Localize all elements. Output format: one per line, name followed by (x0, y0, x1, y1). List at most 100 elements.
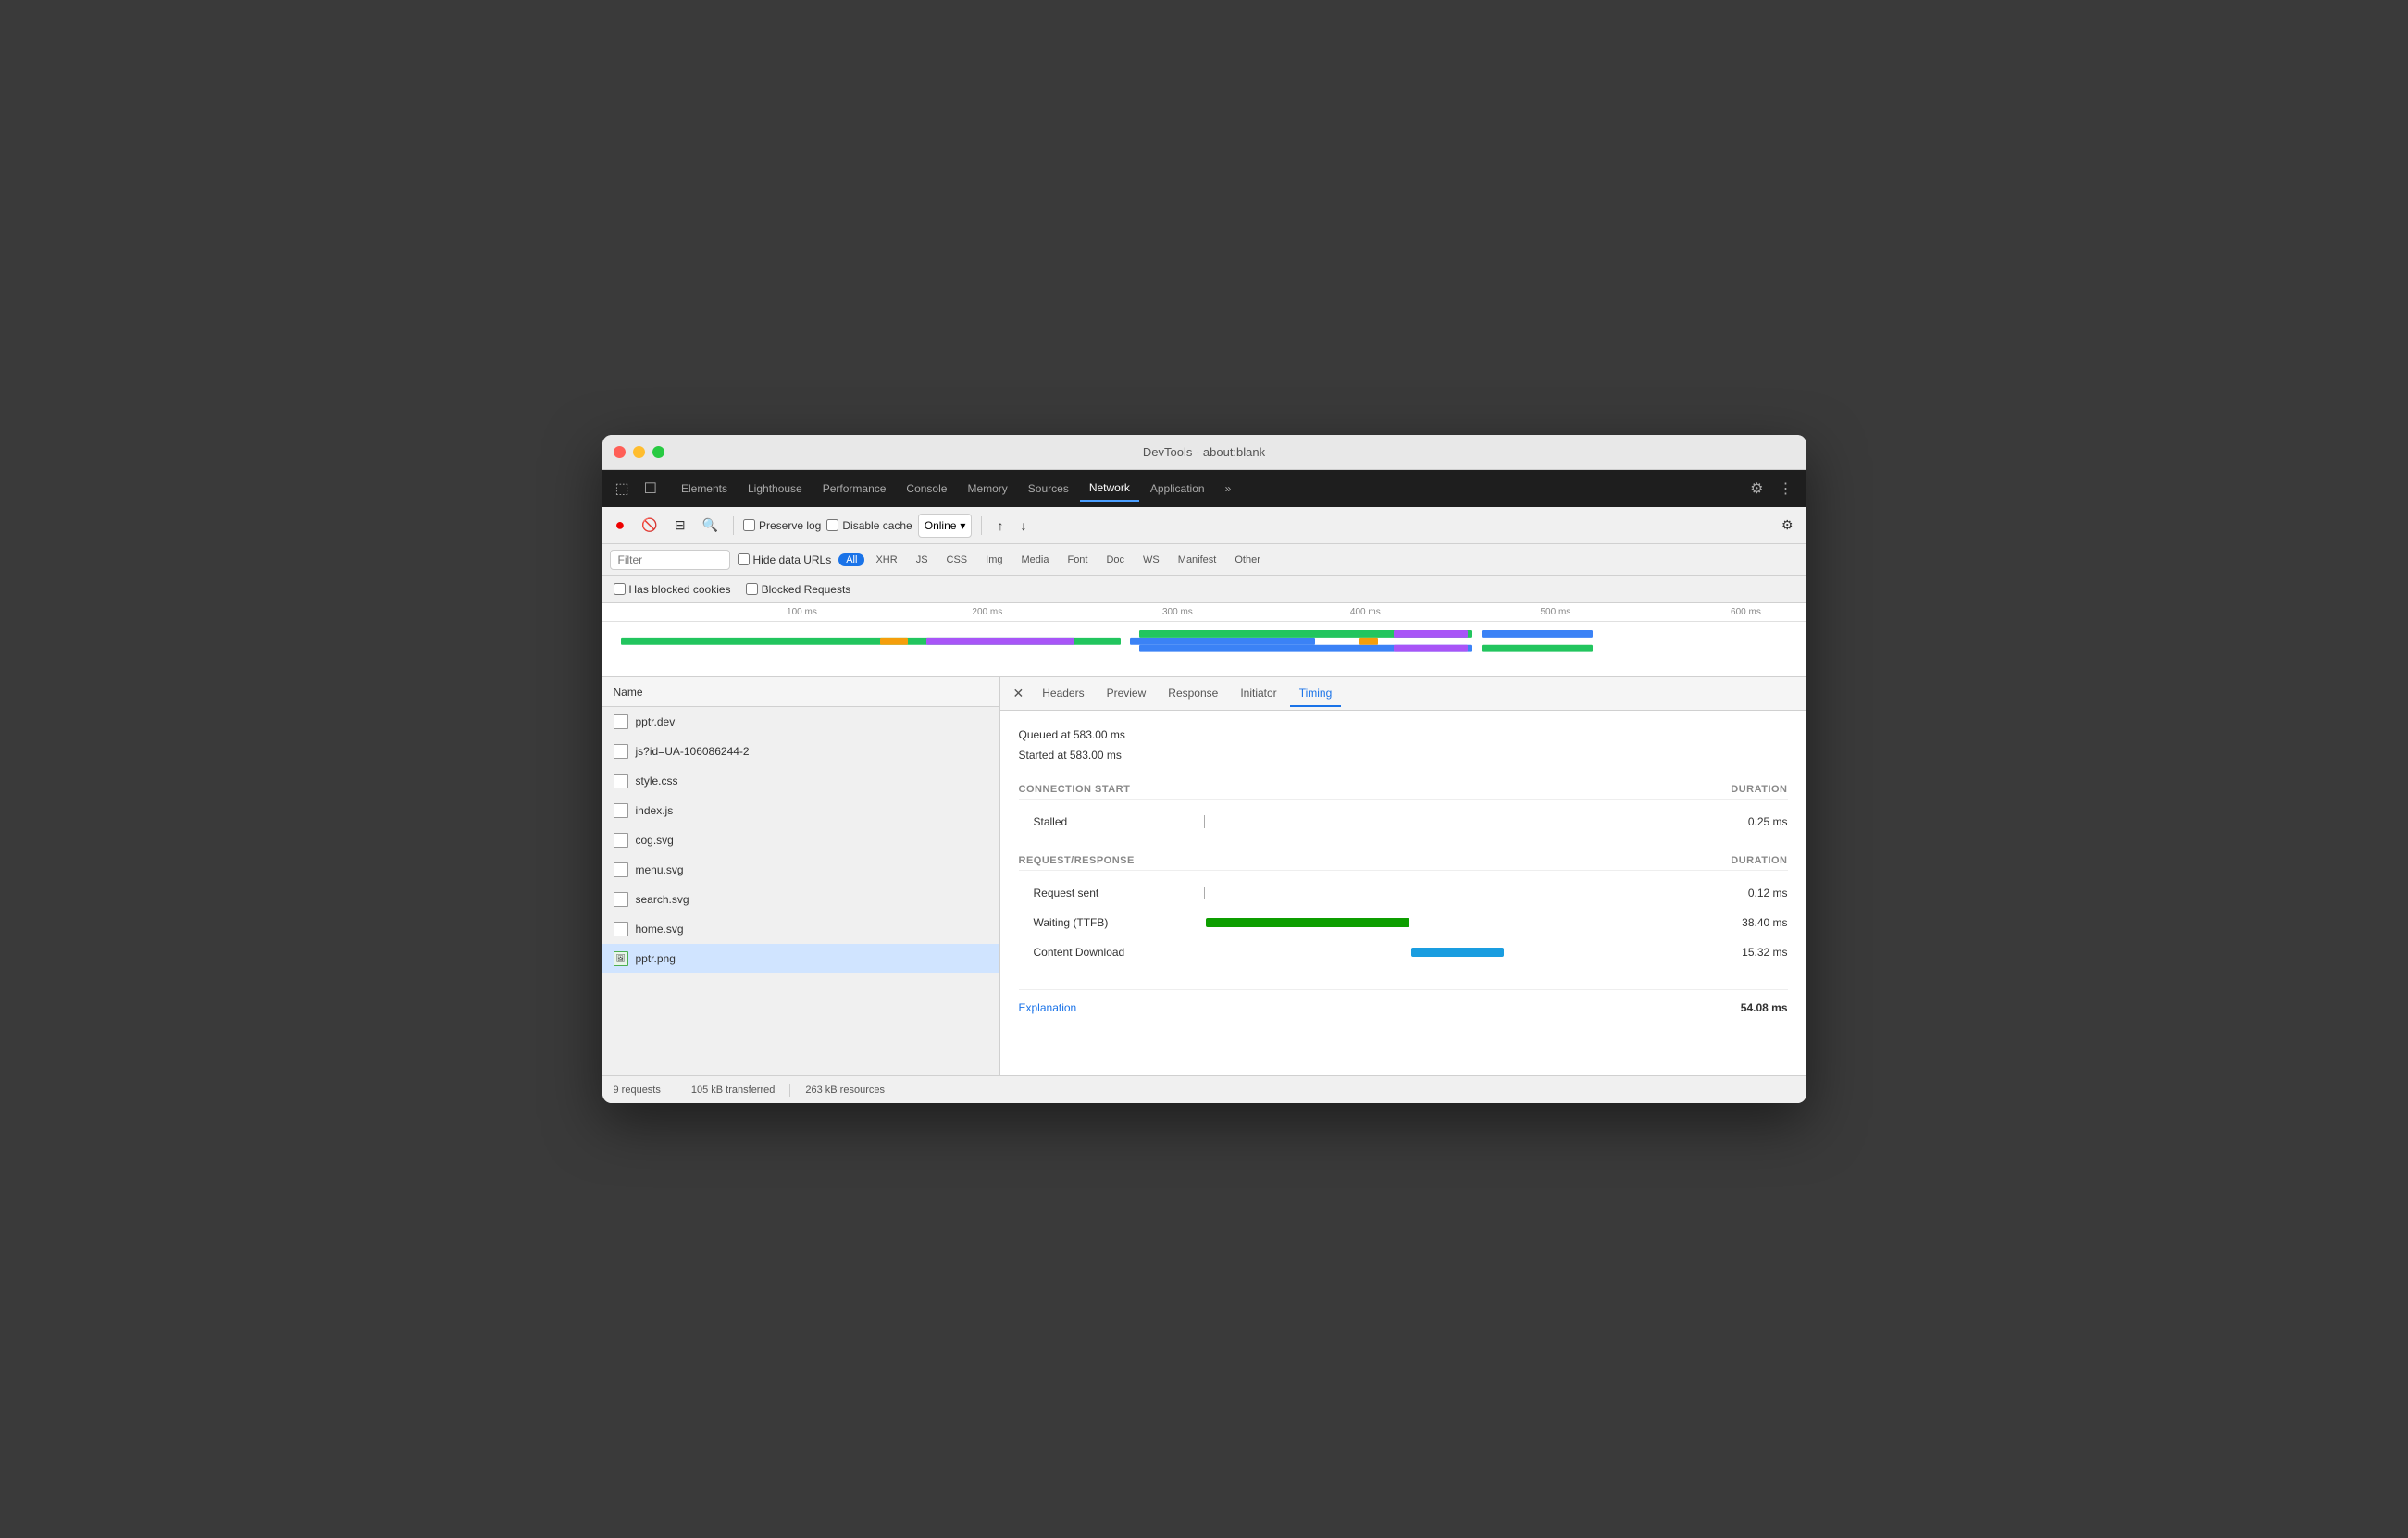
window-title: DevTools - about:blank (1143, 445, 1265, 459)
filter-manifest[interactable]: Manifest (1171, 553, 1224, 566)
file-name: cog.svg (636, 834, 674, 847)
hide-data-urls-checkbox[interactable] (738, 553, 750, 565)
settings-button-2[interactable]: ⚙ (1776, 514, 1799, 537)
file-doc-icon (614, 833, 628, 848)
file-doc-icon (614, 803, 628, 818)
ttfb-bar-area (1204, 908, 1714, 937)
import-button[interactable]: ↑ (991, 515, 1009, 537)
tab-elements[interactable]: Elements (672, 477, 737, 501)
file-list: Name pptr.dev js?id=UA-106086244-2 style… (602, 677, 1000, 1075)
timing-row-stalled: Stalled 0.25 ms (1019, 807, 1788, 837)
connection-start-section: Connection Start DURATION Stalled 0.25 m… (1019, 784, 1788, 837)
content-download-label: Content Download (1019, 946, 1204, 959)
queued-at-text: Queued at 583.00 ms (1019, 726, 1788, 746)
blocked-requests-checkbox[interactable] (746, 583, 758, 595)
file-items: pptr.dev js?id=UA-106086244-2 style.css … (602, 707, 999, 1075)
close-button[interactable] (614, 446, 626, 458)
disable-cache-checkbox[interactable] (826, 519, 838, 531)
search-button[interactable]: 🔍 (697, 514, 724, 537)
tab-network[interactable]: Network (1080, 476, 1139, 502)
tab-more[interactable]: » (1216, 477, 1241, 501)
stalled-marker (1204, 815, 1205, 828)
settings-gear-icon[interactable]: ⚙ (1744, 476, 1769, 502)
filter-xhr[interactable]: XHR (868, 553, 904, 566)
timeline-area[interactable]: 100 ms 200 ms 300 ms 400 ms 500 ms 600 m… (602, 603, 1806, 677)
tab-performance[interactable]: Performance (813, 477, 896, 501)
total-duration: 54.08 ms (1741, 1001, 1788, 1014)
filter-doc[interactable]: Doc (1098, 553, 1132, 566)
list-item[interactable]: style.css (602, 766, 999, 796)
list-item[interactable]: search.svg (602, 885, 999, 914)
maximize-button[interactable] (652, 446, 664, 458)
tab-initiator[interactable]: Initiator (1231, 681, 1285, 707)
list-item-selected[interactable]: 🖼 pptr.png (602, 944, 999, 974)
filter-input[interactable] (610, 550, 730, 570)
clear-button[interactable]: 🚫 (636, 514, 663, 537)
network-throttle-select[interactable]: Online ▾ (918, 514, 973, 538)
list-item[interactable]: pptr.dev (602, 707, 999, 737)
filter-all[interactable]: All (838, 553, 864, 566)
list-item[interactable]: index.js (602, 796, 999, 825)
filter-js[interactable]: JS (909, 553, 936, 566)
content-download-bar-area (1204, 937, 1714, 967)
tab-timing[interactable]: Timing (1290, 681, 1342, 707)
export-button[interactable]: ↓ (1014, 515, 1032, 537)
blocked-requests-label[interactable]: Blocked Requests (746, 583, 851, 596)
has-blocked-cookies-checkbox[interactable] (614, 583, 626, 595)
disable-cache-label[interactable]: Disable cache (826, 519, 912, 532)
tab-sources[interactable]: Sources (1019, 477, 1078, 501)
filter-media[interactable]: Media (1014, 553, 1057, 566)
timing-row-ttfb: Waiting (TTFB) 38.40 ms (1019, 908, 1788, 937)
list-item[interactable]: cog.svg (602, 825, 999, 855)
preserve-log-label[interactable]: Preserve log (743, 519, 821, 532)
tab-headers[interactable]: Headers (1033, 681, 1093, 707)
file-image-icon: 🖼 (614, 951, 628, 966)
inspect-icon[interactable]: ☐ (639, 476, 663, 502)
list-item[interactable]: home.svg (602, 914, 999, 944)
file-doc-icon (614, 922, 628, 936)
file-name: home.svg (636, 923, 684, 936)
list-item[interactable]: menu.svg (602, 855, 999, 885)
timing-row-content-download: Content Download 15.32 ms (1019, 937, 1788, 967)
minimize-button[interactable] (633, 446, 645, 458)
detail-panel: ✕ Headers Preview Response Initiator Tim… (1000, 677, 1806, 1075)
more-options-icon[interactable]: ⋮ (1773, 476, 1799, 502)
tab-application[interactable]: Application (1141, 477, 1214, 501)
filter-toggle-button[interactable]: ⊟ (669, 514, 691, 537)
tab-lighthouse[interactable]: Lighthouse (739, 477, 812, 501)
file-list-header: Name (602, 677, 999, 707)
file-doc-icon (614, 892, 628, 907)
file-doc-icon (614, 862, 628, 877)
request-sent-marker (1204, 887, 1205, 899)
list-item[interactable]: js?id=UA-106086244-2 (602, 737, 999, 766)
content-download-duration: 15.32 ms (1714, 946, 1788, 959)
main-tabs-row: ⬚ ☐ Elements Lighthouse Performance Cons… (602, 470, 1806, 507)
request-sent-label: Request sent (1019, 887, 1204, 899)
file-doc-icon (614, 714, 628, 729)
explanation-link[interactable]: Explanation (1019, 1001, 1077, 1014)
tab-console[interactable]: Console (897, 477, 956, 501)
blocked-row: Has blocked cookies Blocked Requests (602, 576, 1806, 603)
main-content: Name pptr.dev js?id=UA-106086244-2 style… (602, 677, 1806, 1075)
has-blocked-cookies-label[interactable]: Has blocked cookies (614, 583, 731, 596)
status-bar: 9 requests 105 kB transferred 263 kB res… (602, 1075, 1806, 1103)
request-response-section: Request/Response DURATION Request sent 0… (1019, 855, 1788, 967)
filter-css[interactable]: CSS (939, 553, 975, 566)
timing-row-request-sent: Request sent 0.12 ms (1019, 878, 1788, 908)
transferred-size: 105 kB transferred (691, 1085, 776, 1096)
filter-other[interactable]: Other (1227, 553, 1268, 566)
file-name: pptr.png (636, 952, 676, 965)
tab-memory[interactable]: Memory (958, 477, 1016, 501)
filter-ws[interactable]: WS (1136, 553, 1167, 566)
detail-close-button[interactable]: ✕ (1008, 684, 1030, 703)
preserve-log-checkbox[interactable] (743, 519, 755, 531)
tab-response[interactable]: Response (1159, 681, 1227, 707)
filter-font[interactable]: Font (1060, 553, 1095, 566)
record-button[interactable]: ● (610, 512, 631, 539)
tab-preview[interactable]: Preview (1098, 681, 1156, 707)
request-sent-bar-area (1204, 878, 1714, 908)
hide-data-urls-label[interactable]: Hide data URLs (738, 553, 832, 566)
cursor-icon[interactable]: ⬚ (610, 476, 635, 502)
filter-img[interactable]: Img (978, 553, 1010, 566)
file-doc-icon (614, 744, 628, 759)
